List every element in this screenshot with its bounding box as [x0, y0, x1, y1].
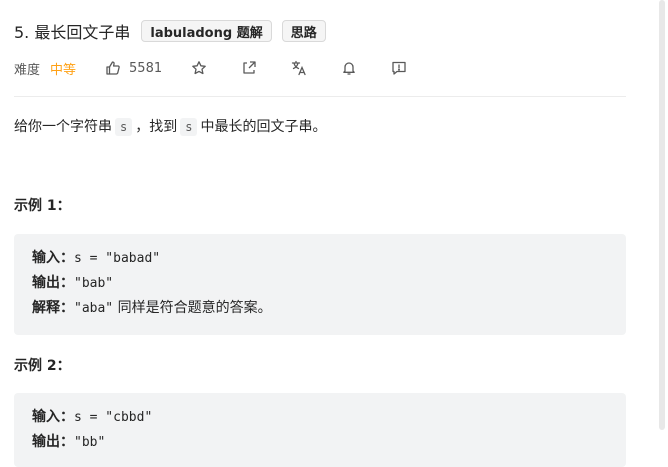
- output-label: 输出：: [32, 434, 74, 450]
- star-icon[interactable]: [190, 59, 208, 77]
- meta-row: 难度 中等 5581: [14, 57, 408, 79]
- hint-tag[interactable]: 思路: [281, 20, 326, 42]
- example-output-line: 输出："bab": [32, 271, 608, 296]
- thumbs-up-icon[interactable]: [104, 59, 122, 77]
- input-label: 输入：: [32, 409, 74, 425]
- example-2-heading: 示例 2：: [14, 358, 71, 374]
- share-icon[interactable]: [240, 59, 258, 77]
- explanation-label: 解释：: [32, 300, 74, 316]
- difficulty-value: 中等: [50, 62, 77, 78]
- explanation-code: "aba": [74, 301, 114, 316]
- problem-title: 5. 最长回文子串: [14, 23, 131, 42]
- input-value: s = "cbbd": [74, 410, 153, 425]
- example-1-heading: 示例 1：: [14, 198, 71, 214]
- output-value: "bab": [74, 276, 114, 291]
- example-input-line: 输入：s = "cbbd": [32, 405, 608, 430]
- divider: [14, 96, 626, 97]
- translate-icon[interactable]: [290, 59, 308, 77]
- explanation-text: 同样是符合题意的答案。: [117, 300, 272, 316]
- example-output-line: 输出："bb": [32, 430, 608, 455]
- bell-icon[interactable]: [340, 59, 358, 77]
- problem-description: 给你一个字符串 s ，找到 s 中最长的回文子串。: [14, 116, 326, 138]
- output-value: "bb": [74, 435, 106, 450]
- input-label: 输入：: [32, 250, 74, 266]
- example-input-line: 输入：s = "babad": [32, 246, 608, 271]
- feedback-icon[interactable]: [390, 59, 408, 77]
- scrollbar-thumb[interactable]: [659, 0, 665, 430]
- description-text: ，找到: [135, 119, 178, 135]
- like-count: 5581: [129, 60, 163, 76]
- labuladong-solution-tag[interactable]: labuladong 题解: [141, 20, 272, 42]
- scrollbar[interactable]: [656, 0, 668, 467]
- inline-code: s: [115, 118, 133, 136]
- description-text: 中最长的回文子串。: [200, 119, 327, 135]
- difficulty-label: 难度: [14, 62, 41, 78]
- title-row: 5. 最长回文子串 labuladong 题解 思路: [14, 18, 336, 44]
- example-explanation-line: 解释："aba" 同样是符合题意的答案。: [32, 296, 608, 321]
- output-label: 输出：: [32, 275, 74, 291]
- input-value: s = "babad": [74, 251, 161, 266]
- description-text: 给你一个字符串: [14, 119, 112, 135]
- example-2-box: 输入：s = "cbbd" 输出："bb": [14, 393, 626, 467]
- example-1-box: 输入：s = "babad" 输出："bab" 解释："aba" 同样是符合题意…: [14, 234, 626, 335]
- problem-page: 5. 最长回文子串 labuladong 题解 思路 难度 中等 5581 给你…: [0, 0, 668, 467]
- inline-code: s: [180, 118, 198, 136]
